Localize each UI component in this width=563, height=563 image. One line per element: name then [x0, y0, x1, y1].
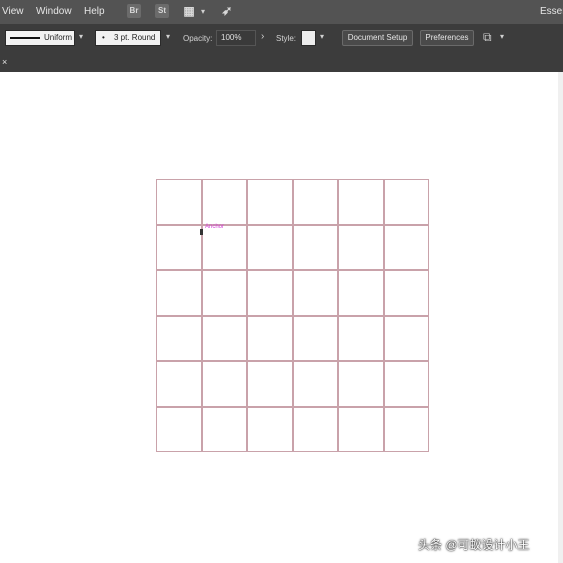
menu-bar: View Window Help Br St ▦ ▾ ➶ Esser [0, 0, 563, 24]
chevron-right-icon[interactable]: › [261, 31, 264, 42]
grid-cell[interactable] [156, 406, 202, 452]
grid-cell[interactable] [156, 179, 202, 225]
workspace-switcher[interactable]: Esser [540, 6, 563, 17]
grid-cell[interactable] [338, 315, 384, 361]
chevron-down-icon[interactable]: ▾ [201, 7, 205, 16]
stroke-profile-label: Uniform [44, 33, 73, 42]
arrange-icon[interactable]: ⧉ [483, 30, 492, 45]
grid-cell[interactable] [292, 224, 338, 270]
grid-cell[interactable] [383, 406, 429, 452]
stroke-profile-select[interactable]: Uniform [5, 30, 75, 46]
grid-cell[interactable] [247, 315, 293, 361]
opacity-value: 100% [221, 33, 242, 42]
grid-cell[interactable] [383, 361, 429, 407]
grid-cell[interactable] [338, 224, 384, 270]
grid-cell[interactable] [201, 406, 247, 452]
opacity-field[interactable]: 100% [216, 30, 256, 46]
document-setup-button[interactable]: Document Setup [342, 30, 413, 46]
chevron-down-icon[interactable]: ▾ [320, 32, 324, 41]
grid-cell[interactable] [338, 270, 384, 316]
style-swatch[interactable] [301, 30, 316, 46]
grid-cell[interactable] [201, 224, 247, 270]
brush-select[interactable]: • 3 pt. Round [95, 30, 161, 46]
smart-guide-label: Anchor [205, 224, 225, 230]
bridge-icon[interactable]: Br [127, 4, 141, 18]
preferences-button[interactable]: Preferences [420, 30, 474, 46]
grid-cell[interactable] [247, 224, 293, 270]
grid-cell[interactable] [247, 361, 293, 407]
grid-cell[interactable] [383, 315, 429, 361]
menu-help[interactable]: Help [84, 6, 105, 17]
grid-cell[interactable] [247, 270, 293, 316]
close-icon[interactable]: × [2, 57, 7, 67]
arrange-documents-icon[interactable]: ▦ [181, 4, 197, 18]
gpu-rocket-icon[interactable]: ➶ [220, 4, 234, 18]
grid-cell[interactable] [201, 179, 247, 225]
grid-cell[interactable] [201, 361, 247, 407]
grid-cell[interactable] [292, 361, 338, 407]
grid-cell[interactable] [338, 406, 384, 452]
grid-cell[interactable] [247, 179, 293, 225]
chevron-down-icon[interactable]: ▾ [79, 32, 83, 41]
chevron-down-icon[interactable]: ▾ [166, 32, 170, 41]
chevron-down-icon[interactable]: ▾ [500, 32, 504, 41]
grid-cell[interactable] [156, 361, 202, 407]
document-tab-bar: × [0, 52, 563, 72]
grid-cell[interactable] [156, 224, 202, 270]
cursor-icon [200, 229, 203, 235]
grid-cell[interactable] [201, 270, 247, 316]
vertical-scrollbar[interactable] [558, 72, 563, 563]
grid-cell[interactable] [292, 179, 338, 225]
stock-icon[interactable]: St [155, 4, 169, 18]
grid-cell[interactable] [201, 315, 247, 361]
grid-cell[interactable] [156, 315, 202, 361]
grid-cell[interactable] [292, 315, 338, 361]
control-bar: Uniform ▾ • 3 pt. Round ▾ Opacity: 100% … [0, 24, 563, 52]
style-label: Style: [276, 34, 297, 43]
grid-cell[interactable] [156, 270, 202, 316]
grid-cell[interactable] [383, 179, 429, 225]
grid-cell[interactable] [383, 224, 429, 270]
grid-cell[interactable] [383, 270, 429, 316]
watermark: 头条 @可蚁设计小王 [418, 538, 530, 552]
grid-cell[interactable] [247, 406, 293, 452]
menu-window[interactable]: Window [36, 6, 72, 17]
brush-label: 3 pt. Round [114, 33, 156, 42]
menu-view[interactable]: View [2, 6, 24, 17]
grid-cell[interactable] [338, 361, 384, 407]
grid-cell[interactable] [338, 179, 384, 225]
brush-dot-icon: • [102, 33, 105, 42]
grid-cell[interactable] [292, 406, 338, 452]
opacity-label: Opacity: [183, 34, 213, 43]
grid-cell[interactable] [292, 270, 338, 316]
stroke-profile-line-icon [10, 37, 40, 39]
